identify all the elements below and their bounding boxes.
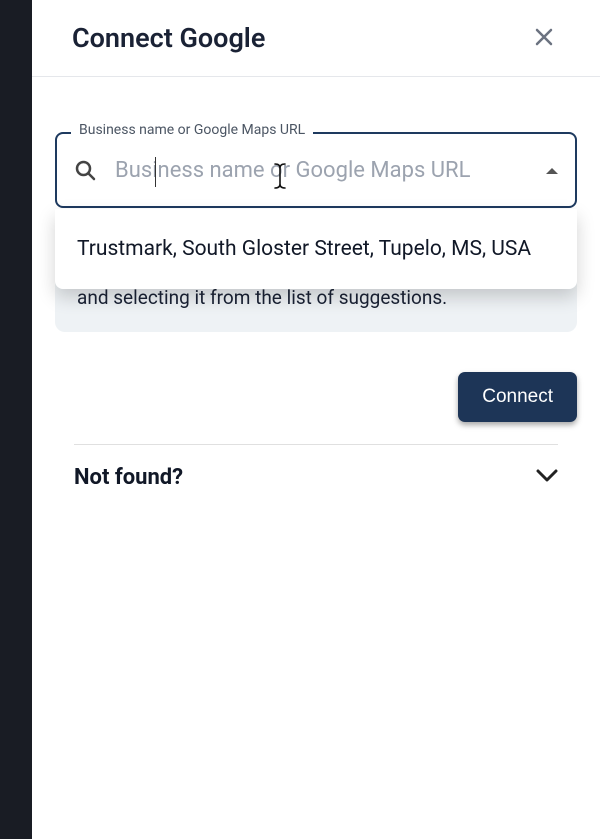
- search-input[interactable]: [115, 158, 527, 183]
- chevron-down-icon: [536, 468, 558, 487]
- connect-button[interactable]: Connect: [458, 372, 577, 422]
- not-found-accordion[interactable]: Not found?: [74, 465, 558, 490]
- search-field-label: Business name or Google Maps URL: [71, 122, 313, 138]
- search-icon: [73, 158, 97, 182]
- section-divider: [74, 444, 558, 445]
- actions-row: Connect: [32, 352, 600, 430]
- suggestions-dropdown: Trustmark, South Gloster Street, Tupelo,…: [55, 209, 577, 289]
- search-field: Business name or Google Maps URL: [55, 132, 577, 208]
- suggestion-label: Trustmark, South Gloster Street, Tupelo,…: [77, 237, 531, 261]
- connect-button-label: Connect: [482, 386, 553, 407]
- text-caret: [155, 157, 156, 187]
- accordion-title: Not found?: [74, 465, 183, 490]
- panel-header: Connect Google: [32, 0, 600, 77]
- close-button[interactable]: [528, 22, 560, 54]
- close-icon: [534, 23, 554, 54]
- suggestion-item[interactable]: Trustmark, South Gloster Street, Tupelo,…: [55, 215, 577, 283]
- connect-google-panel: Connect Google Business name or Google M…: [32, 0, 600, 839]
- search-combobox[interactable]: [55, 132, 577, 208]
- panel-title: Connect Google: [72, 22, 265, 54]
- chevron-up-icon[interactable]: [545, 161, 559, 180]
